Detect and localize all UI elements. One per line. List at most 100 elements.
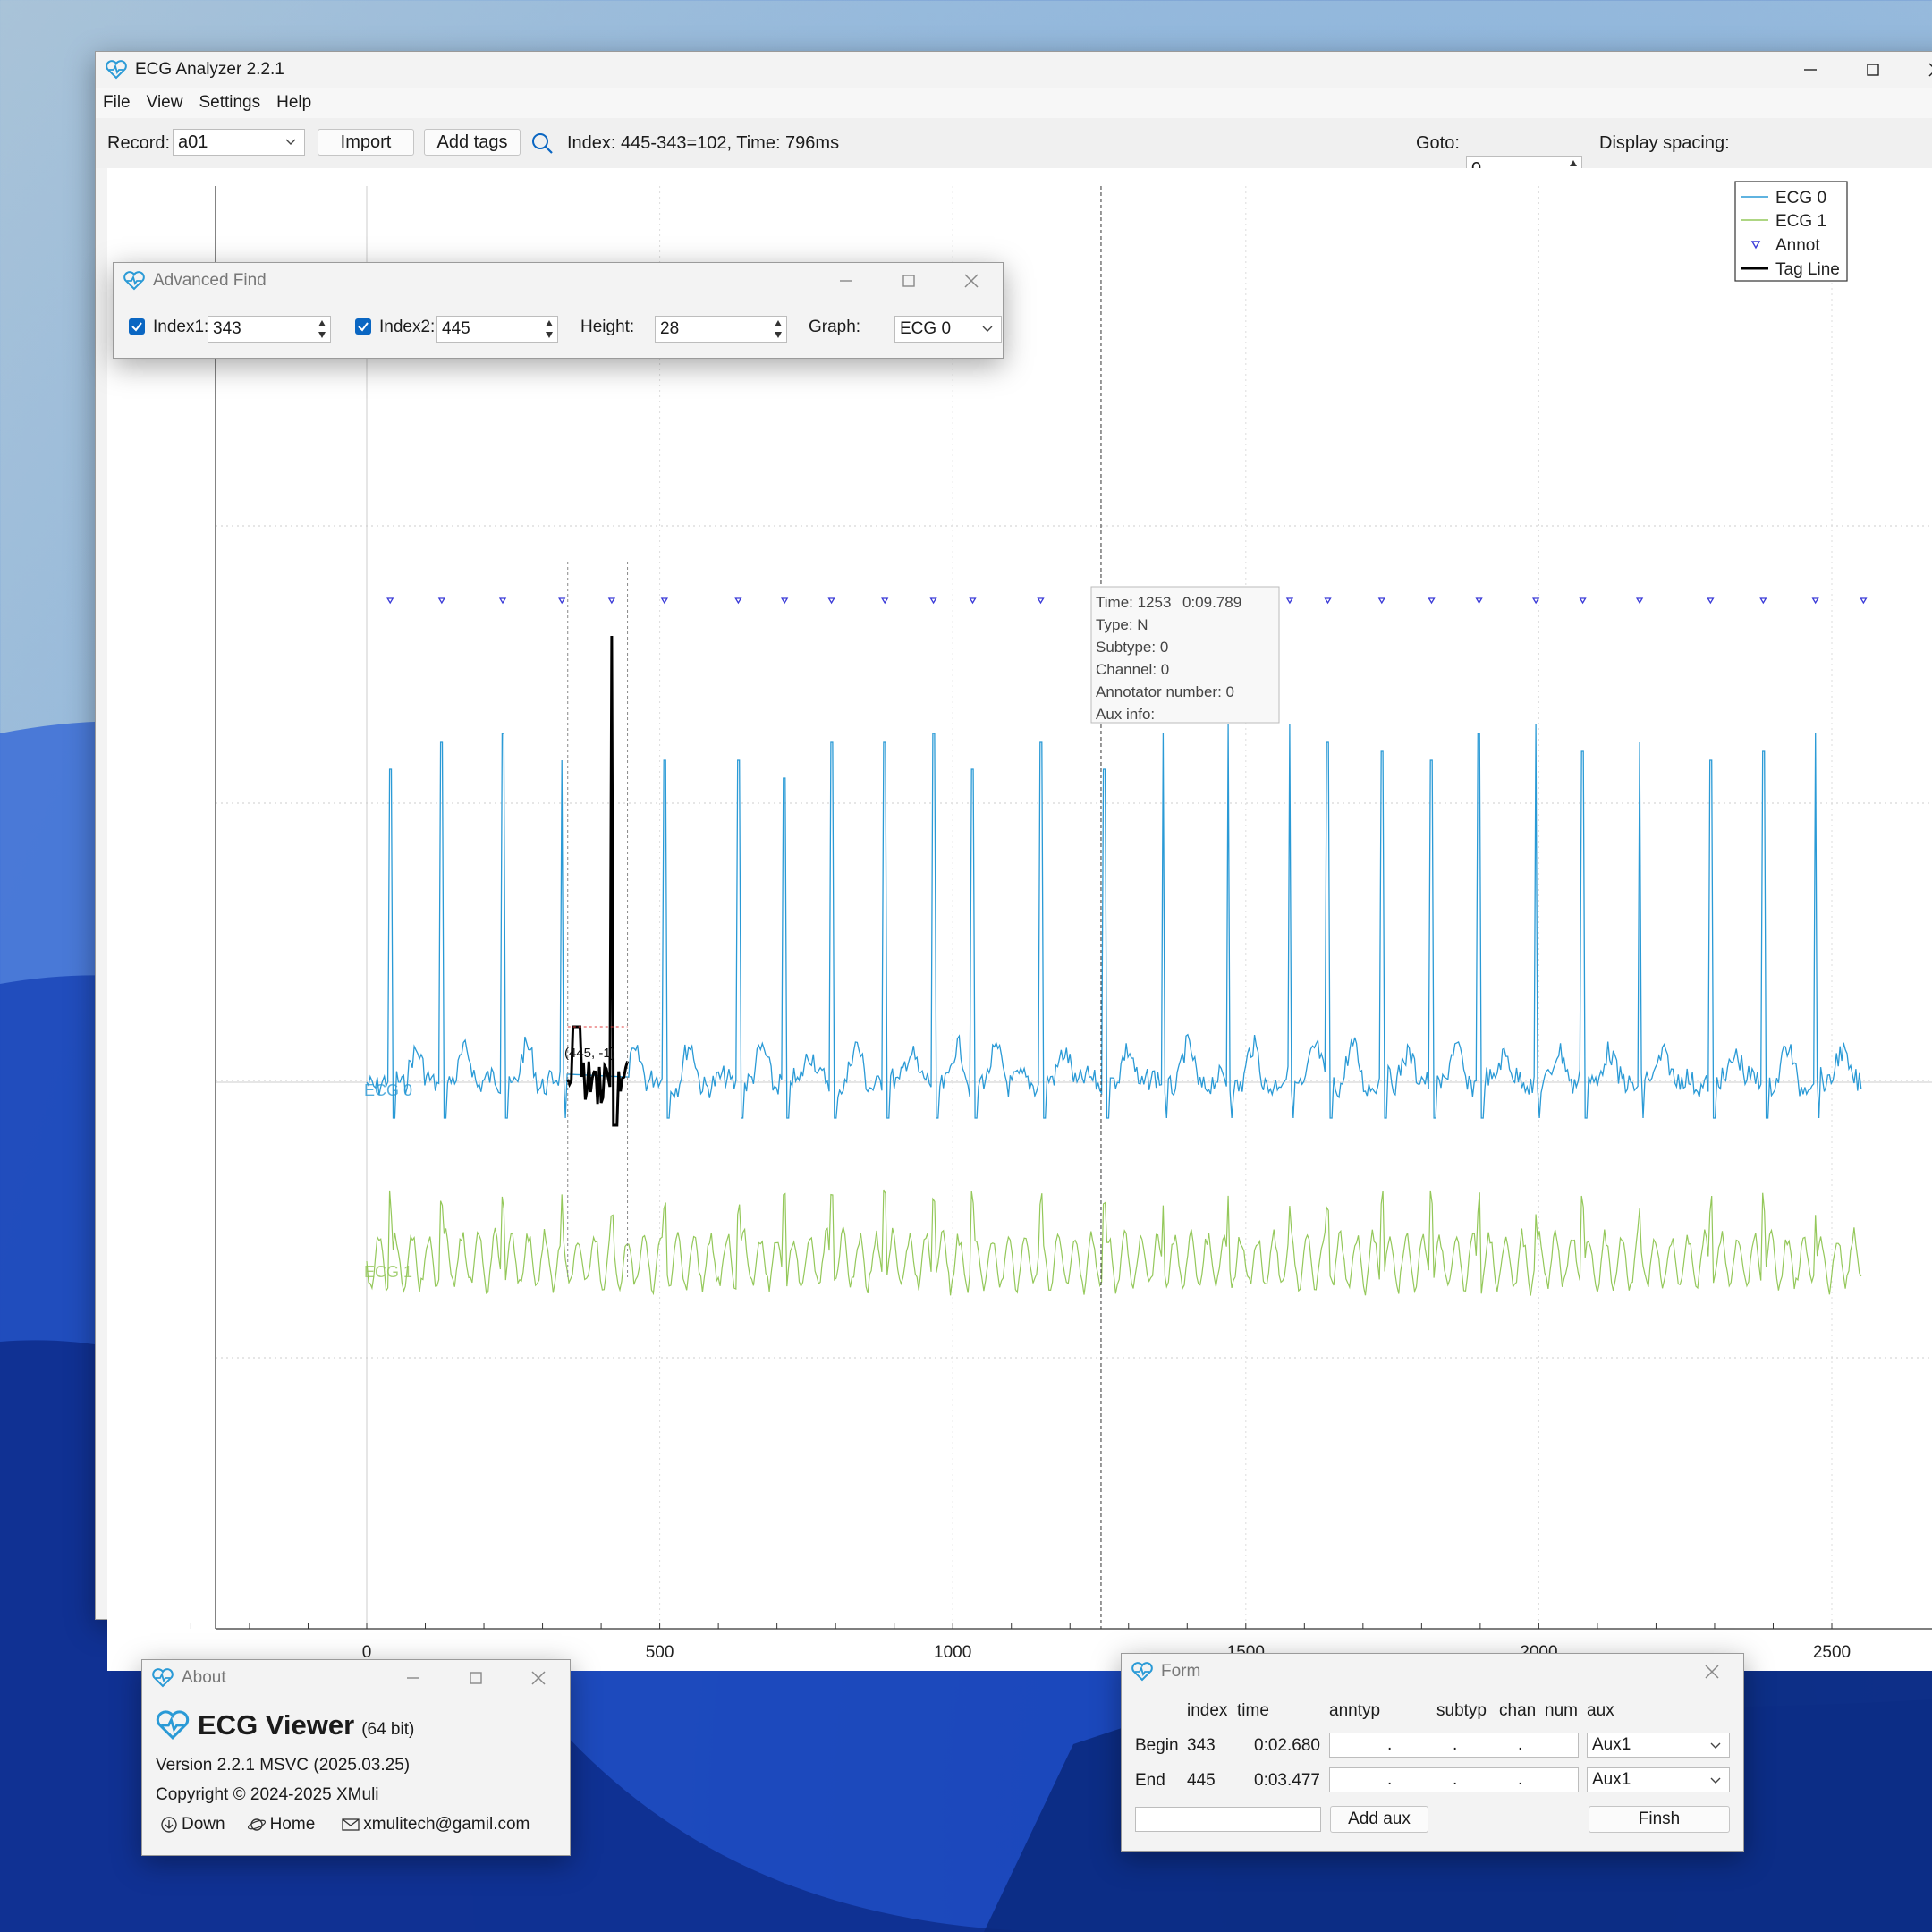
tooltip-subtype: Subtype: 0: [1096, 639, 1168, 656]
menu-file[interactable]: File: [96, 93, 140, 113]
index2-spinbox[interactable]: 445: [436, 316, 558, 343]
col-header-subtyp: subtyp: [1436, 1701, 1487, 1720]
annotation-marker[interactable]: [1811, 597, 1819, 605]
ecg-plot[interactable]: 05001000150020002500 ECG 0 ECG 1 Annot T…: [107, 168, 1932, 1671]
advanced-find-titlebar: Advanced Find: [114, 263, 1003, 299]
graph-label: Graph:: [809, 318, 861, 336]
annotation-marker[interactable]: [498, 597, 507, 605]
aux-select[interactable]: Aux1: [1587, 1767, 1730, 1792]
spin-down-icon[interactable]: [545, 330, 554, 339]
row-time: 0:03.477: [1254, 1771, 1320, 1790]
record-select[interactable]: a01: [173, 129, 305, 156]
tooltip-time: Time: 1253: [1096, 594, 1171, 611]
add-tags-button[interactable]: Add tags: [424, 129, 521, 156]
annotation-marker[interactable]: [1377, 597, 1385, 605]
minimize-icon: [407, 1677, 419, 1679]
advanced-find-dialog: Advanced Find Index1: 343 Index2: 445 He…: [113, 262, 1004, 359]
aux-select[interactable]: Aux1: [1587, 1733, 1730, 1758]
index1-value: 343: [213, 319, 242, 338]
close-button[interactable]: [940, 263, 1003, 299]
annotation-marker[interactable]: [1428, 597, 1436, 605]
annotation-marker[interactable]: [1579, 597, 1587, 605]
finish-button[interactable]: Finsh: [1589, 1806, 1730, 1833]
legend-tag-line: Tag Line: [1775, 260, 1840, 279]
annotation-marker[interactable]: [781, 597, 789, 605]
annotation-marker[interactable]: [881, 597, 889, 605]
ecg1-trace: [366, 1189, 1862, 1296]
aux-text-input[interactable]: [1135, 1807, 1321, 1832]
title-bar: ECG Analyzer 2.2.1: [96, 52, 1932, 88]
annotation-marker[interactable]: [1037, 597, 1045, 605]
x-tick-label: 500: [646, 1643, 674, 1662]
close-button[interactable]: [507, 1660, 570, 1696]
annotation-field-input[interactable]: . . .: [1329, 1733, 1579, 1758]
graph-select[interactable]: ECG 0: [894, 316, 1002, 343]
minimize-button[interactable]: [1779, 52, 1842, 88]
annotation-marker[interactable]: [734, 597, 742, 605]
menu-settings[interactable]: Settings: [191, 93, 269, 113]
menu-bar: File View Settings Help: [96, 88, 1932, 118]
annotation-marker[interactable]: [660, 597, 668, 605]
annotation-marker[interactable]: [1475, 597, 1483, 605]
down-link[interactable]: Down: [160, 1815, 225, 1835]
check-icon: [358, 322, 369, 332]
index2-checkbox[interactable]: [355, 318, 371, 335]
minimize-button[interactable]: [815, 263, 877, 299]
spin-down-icon[interactable]: [318, 330, 326, 339]
spin-up-icon[interactable]: [318, 319, 326, 328]
row-index: 445: [1187, 1771, 1216, 1790]
search-button[interactable]: [530, 129, 557, 157]
row-label: End: [1135, 1771, 1165, 1790]
maximize-button[interactable]: [445, 1660, 507, 1696]
maximize-button[interactable]: [877, 263, 940, 299]
annotation-marker[interactable]: [1531, 597, 1540, 605]
annotation-field-input[interactable]: . . .: [1329, 1767, 1579, 1792]
channel-label-ecg0: ECG 0: [364, 1081, 412, 1099]
annotation-marker[interactable]: [1324, 597, 1332, 605]
import-button[interactable]: Import: [318, 129, 414, 156]
annotation-marker[interactable]: [607, 597, 616, 605]
height-spinbox[interactable]: 28: [655, 316, 787, 343]
col-header-index: index: [1187, 1701, 1228, 1720]
home-link[interactable]: Home: [247, 1815, 315, 1835]
annotation-marker[interactable]: [827, 597, 835, 605]
annotation-marker[interactable]: [386, 597, 394, 605]
maximize-icon: [902, 275, 915, 287]
annotation-marker[interactable]: [1635, 597, 1644, 605]
search-icon: [532, 133, 553, 154]
index1-checkbox[interactable]: [129, 318, 145, 335]
spin-down-icon[interactable]: [774, 330, 783, 339]
col-header-time: time: [1237, 1701, 1269, 1720]
spin-up-icon[interactable]: [774, 319, 783, 328]
spin-up-icon[interactable]: [545, 319, 554, 328]
annotation-marker[interactable]: [929, 597, 937, 605]
annotation-marker[interactable]: [558, 597, 566, 605]
heart-pulse-icon: [106, 60, 127, 80]
spin-up-icon[interactable]: [1569, 159, 1578, 168]
email-link[interactable]: xmulitech@gamil.com: [342, 1815, 530, 1835]
col-header-num: num: [1545, 1701, 1578, 1720]
chevron-down-icon: [1710, 1742, 1721, 1749]
close-button[interactable]: [1681, 1654, 1743, 1690]
annotation-marker[interactable]: [437, 597, 446, 605]
form-title: Form: [1161, 1662, 1201, 1681]
heart-pulse-icon: [152, 1668, 174, 1688]
row-label: Begin: [1135, 1736, 1179, 1755]
annotation-marker[interactable]: [1707, 597, 1715, 605]
annotation-marker[interactable]: [1285, 597, 1294, 605]
menu-help[interactable]: Help: [269, 93, 320, 113]
index1-spinbox[interactable]: 343: [208, 316, 331, 343]
close-button[interactable]: [1904, 52, 1932, 88]
planet-icon: [247, 1818, 266, 1831]
annotation-marker[interactable]: [1759, 597, 1767, 605]
add-aux-button[interactable]: Add aux: [1330, 1806, 1428, 1833]
menu-view[interactable]: View: [140, 93, 192, 113]
about-title: About: [182, 1668, 226, 1687]
goto-label: Goto:: [1416, 132, 1460, 153]
legend: ECG 0 ECG 1 Annot Tag Line: [1734, 181, 1848, 282]
annotation-marker[interactable]: [969, 597, 977, 605]
minimize-button[interactable]: [382, 1660, 445, 1696]
maximize-button[interactable]: [1842, 52, 1904, 88]
annotation-marker[interactable]: [1860, 597, 1868, 605]
ecg-plot-canvas[interactable]: 05001000150020002500 ECG 0 ECG 1 Annot T…: [107, 168, 1932, 1671]
